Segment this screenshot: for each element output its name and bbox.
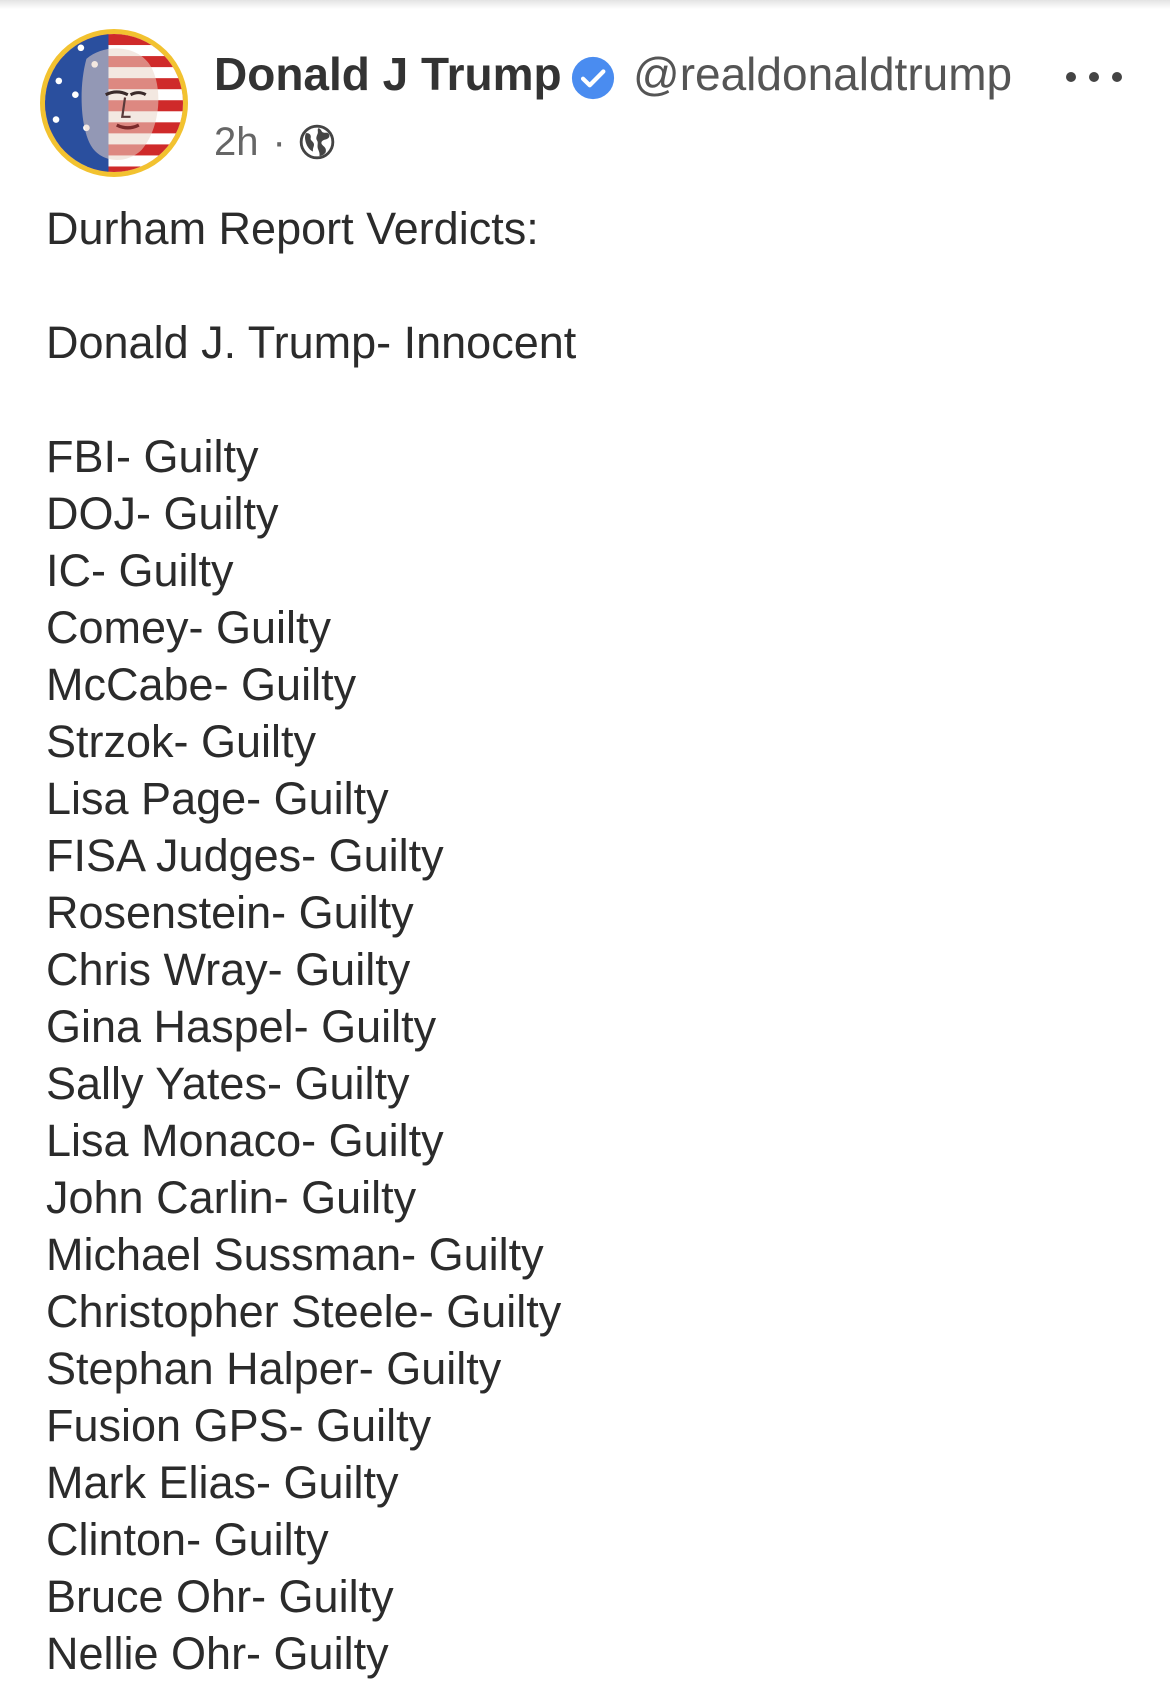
post-meta: 2h ·: [214, 114, 336, 170]
verdict-line: DOJ- Guilty: [46, 488, 279, 539]
verdict-line: Lisa Monaco- Guilty: [46, 1115, 444, 1166]
verdict-line: Rosenstein- Guilty: [46, 887, 414, 938]
verdict-line: Fusion GPS- Guilty: [46, 1400, 432, 1451]
verdict-line: Clinton- Guilty: [46, 1514, 329, 1565]
verdict-line: Christopher Steele- Guilty: [46, 1286, 562, 1337]
verdict-line: Gina Haspel- Guilty: [46, 1001, 437, 1052]
globe-icon: [299, 124, 335, 160]
verdict-line: Lisa Page- Guilty: [46, 773, 389, 824]
author-handle[interactable]: @realdonaldtrump: [633, 46, 1012, 102]
verdict-line: Michael Sussman- Guilty: [46, 1229, 544, 1280]
verdict-line: Nellie Ohr- Guilty: [46, 1628, 389, 1679]
more-horizontal-icon-dot: [1089, 72, 1099, 82]
more-horizontal-icon-dot: [1066, 72, 1076, 82]
more-horizontal-icon-dot: [1112, 72, 1122, 82]
verdict-line: Mark Elias- Guilty: [46, 1457, 399, 1508]
verdict-line: Strzok- Guilty: [46, 716, 317, 767]
verdict-line: McCabe- Guilty: [46, 659, 357, 710]
verdict-line: Chris Wray- Guilty: [46, 944, 411, 995]
post-card: Donald J Trump @realdonaldtrump 2h · Dur…: [0, 0, 1170, 1700]
verdict-line: IC- Guilty: [46, 545, 234, 596]
more-options-button[interactable]: [1066, 60, 1122, 94]
post-timestamp[interactable]: 2h: [214, 120, 259, 165]
verdict-line: FISA Judges- Guilty: [46, 830, 444, 881]
author-avatar[interactable]: [40, 29, 188, 177]
post-title-line: Durham Report Verdicts:: [46, 203, 539, 254]
flag-portrait-avatar-icon: [45, 34, 183, 172]
verdict-line: FBI- Guilty: [46, 431, 259, 482]
verdict-line: Bruce Ohr- Guilty: [46, 1571, 394, 1622]
verdict-line: Comey- Guilty: [46, 602, 332, 653]
verdict-line: Sally Yates- Guilty: [46, 1058, 410, 1109]
verdict-line: Stephan Halper- Guilty: [46, 1343, 502, 1394]
author-display-name[interactable]: Donald J Trump: [214, 46, 562, 102]
headline-verdict: Donald J. Trump- Innocent: [46, 317, 577, 368]
verdict-line: John Carlin- Guilty: [46, 1172, 417, 1223]
verified-badge-icon: [571, 56, 615, 100]
post-text: Durham Report Verdicts: Donald J. Trump-…: [46, 200, 1126, 1682]
meta-separator: ·: [272, 119, 286, 164]
